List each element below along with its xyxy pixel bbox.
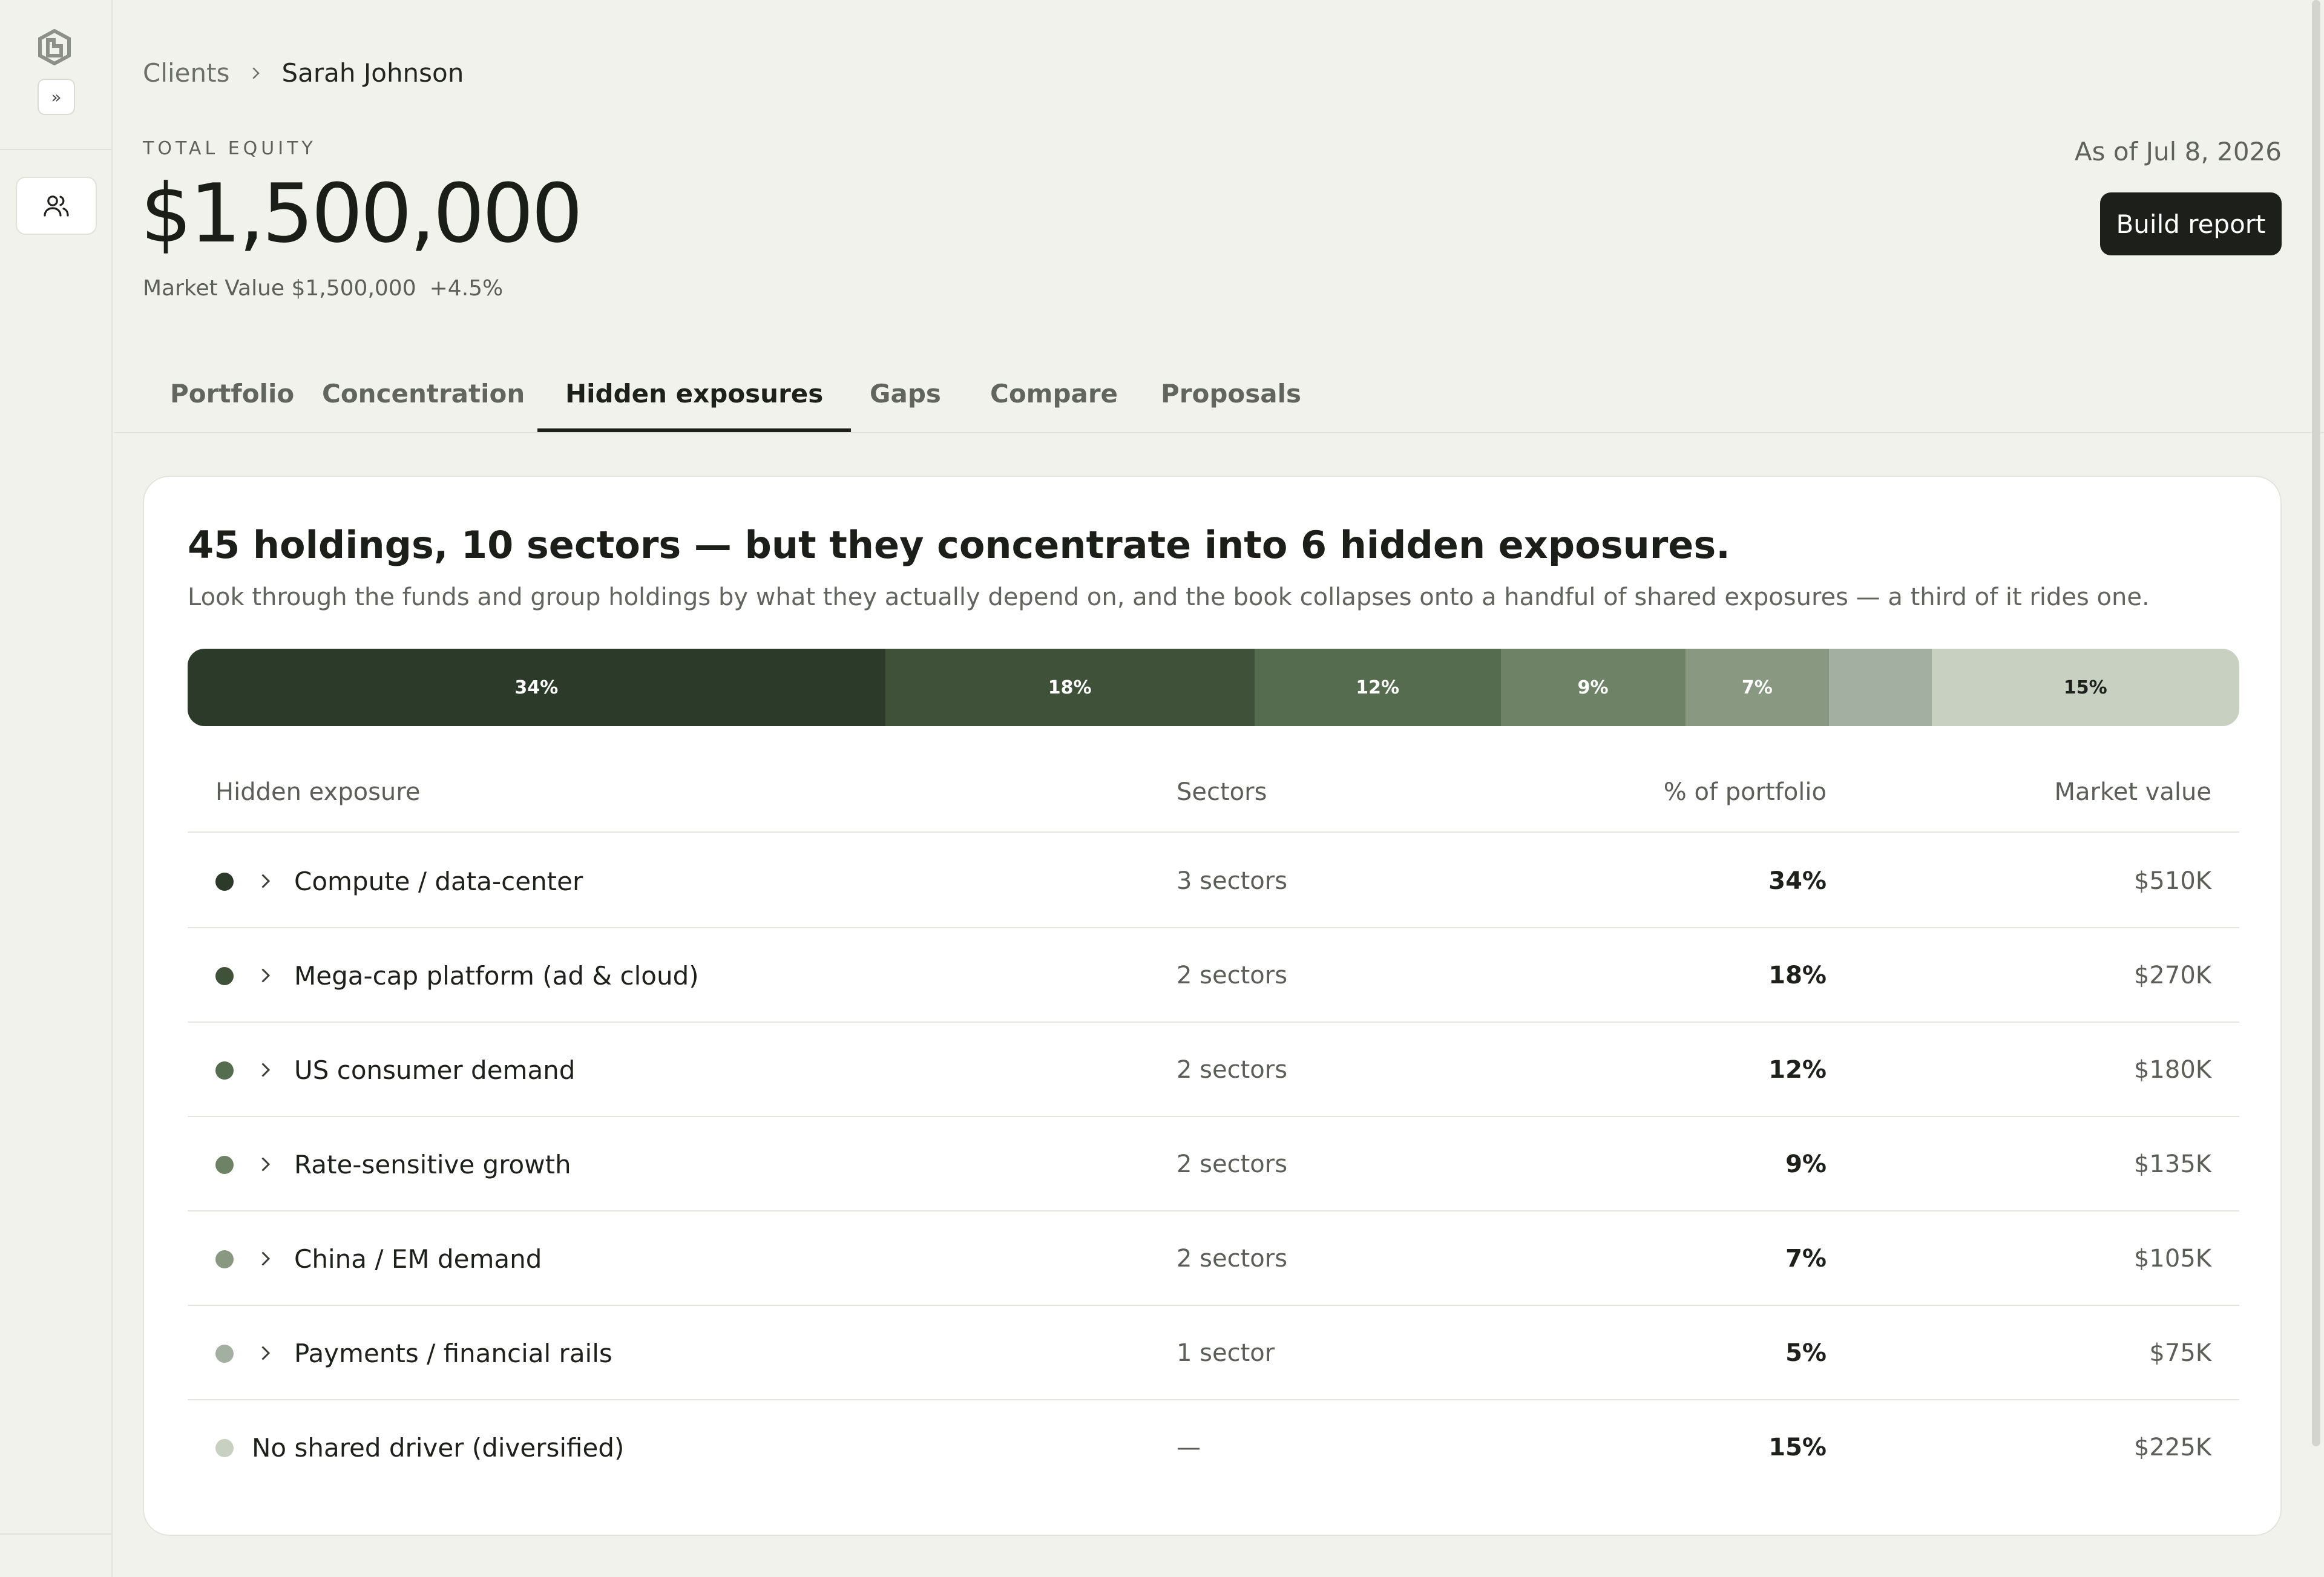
exposure-bar-segment[interactable]: 12% (1254, 649, 1501, 726)
chevron-right-icon[interactable] (254, 1059, 276, 1081)
table-row[interactable]: US consumer demand 2 sectors 12% $180K (188, 1023, 2239, 1117)
exposure-stacked-bar: 34% 18% 12% 9% 7% 15% (188, 649, 2239, 726)
table-row[interactable]: Mega-cap platform (ad & cloud) 2 sectors 1… (188, 928, 2239, 1023)
exposure-color-dot (215, 1061, 234, 1080)
exposure-color-dot (215, 967, 234, 985)
header-market-value: Market value (2054, 778, 2211, 806)
exposure-market-value: $225K (2133, 1434, 2211, 1461)
exposure-sectors: 1 sector (1177, 1339, 1275, 1367)
exposure-bar-segment-label: 12% (1356, 677, 1400, 698)
tab-concentration[interactable]: Concentration (294, 379, 553, 432)
exposure-market-value: $510K (2133, 867, 2211, 895)
build-report-button[interactable]: Build report (2100, 192, 2282, 255)
exposure-bar-segment-label: 34% (514, 677, 559, 698)
sidebar: » (0, 0, 113, 1577)
exposure-market-value: $105K (2133, 1245, 2211, 1273)
exposure-pct: 7% (1785, 1245, 1827, 1273)
market-value-summary: Market Value $1,500,000 +4.5% (143, 276, 503, 301)
app-logo-icon[interactable] (38, 28, 71, 66)
exposure-color-dot (215, 1439, 234, 1457)
header-hidden-exposure: Hidden exposure (215, 778, 421, 806)
exposure-name: Compute / data-center (294, 866, 583, 896)
chevron-right-icon[interactable] (254, 870, 276, 892)
chevron-right-icon[interactable] (254, 965, 276, 986)
breadcrumb-current: Sarah Johnson (281, 58, 464, 88)
chevron-right-icon[interactable] (254, 1342, 276, 1364)
exposure-bar-segment-label: 18% (1048, 677, 1092, 698)
tab-hidden-exposures[interactable]: Hidden exposures (537, 379, 852, 432)
exposure-color-dot (215, 1156, 234, 1174)
exposure-market-value: $180K (2133, 1056, 2211, 1084)
hidden-exposures-card: 45 holdings, 10 sectors — but they conce… (143, 476, 2282, 1536)
exposure-name: US consumer demand (294, 1055, 576, 1085)
total-equity-value: $1,500,000 (140, 166, 583, 261)
exposure-pct: 18% (1768, 962, 1827, 989)
scrollbar[interactable] (2312, 0, 2320, 1446)
exposure-pct: 12% (1768, 1056, 1827, 1084)
expand-sidebar-button[interactable]: » (38, 79, 75, 115)
exposure-sectors: 2 sectors (1177, 1056, 1288, 1084)
exposure-color-dot (215, 873, 234, 891)
exposure-bar-segment-label: 7% (1741, 677, 1773, 698)
breadcrumb: Clients Sarah Johnson (143, 58, 464, 88)
market-value-change: +4.5% (429, 276, 504, 301)
exposure-sectors: 3 sectors (1177, 867, 1288, 895)
exposure-bar-segment-label: 9% (1577, 677, 1609, 698)
chevron-right-icon[interactable] (254, 1153, 276, 1175)
exposure-market-value: $135K (2133, 1150, 2211, 1178)
sidebar-divider (0, 149, 113, 150)
exposure-name: Mega-cap platform (ad & cloud) (294, 960, 699, 991)
exposure-pct: 9% (1785, 1150, 1827, 1178)
exposure-bar-segment[interactable]: 34% (188, 649, 885, 726)
card-headline: 45 holdings, 10 sectors — but they conce… (188, 523, 1730, 567)
header-sectors: Sectors (1177, 778, 1267, 806)
exposure-sectors: 2 sectors (1177, 962, 1288, 989)
chevron-right-icon (252, 67, 260, 79)
exposure-sectors: — (1177, 1434, 1201, 1461)
exposure-bar-segment-label: 15% (2063, 677, 2107, 698)
as-of-date: As of Jul 8, 2026 (2074, 137, 2282, 166)
table-row[interactable]: China / EM demand 2 sectors 7% $105K (188, 1211, 2239, 1306)
exposure-color-dot (215, 1345, 234, 1363)
exposure-bar-segment[interactable]: 18% (885, 649, 1255, 726)
exposure-color-dot (215, 1250, 234, 1268)
table-row: No shared driver (diversified) — 15% $225K (188, 1400, 2239, 1495)
exposure-bar-segment[interactable]: 7% (1685, 649, 1829, 726)
exposure-pct: 34% (1768, 867, 1827, 895)
exposure-sectors: 2 sectors (1177, 1150, 1288, 1178)
exposure-bar-segment[interactable] (1829, 649, 1932, 726)
table-row[interactable]: Rate-sensitive growth 2 sectors 9% $135K (188, 1117, 2239, 1211)
exposure-sectors: 2 sectors (1177, 1245, 1288, 1273)
exposure-name: No shared driver (diversified) (252, 1432, 625, 1463)
tab-bar: Portfolio Concentration Hidden exposures… (114, 369, 2324, 433)
exposure-name: Rate-sensitive growth (294, 1149, 571, 1179)
exposure-pct: 5% (1785, 1339, 1827, 1367)
exposure-name: China / EM demand (294, 1244, 542, 1274)
card-subline: Look through the funds and group holding… (188, 583, 2150, 611)
table-row[interactable]: Compute / data-center 3 sectors 34% $510K (188, 834, 2239, 928)
double-chevron-right-icon: » (51, 87, 62, 107)
header-pct-portfolio: % of portfolio (1663, 778, 1827, 806)
exposure-bar-segment[interactable]: 15% (1931, 649, 2239, 726)
exposure-market-value: $75K (2149, 1339, 2211, 1367)
total-equity-label: TOTAL EQUITY (143, 138, 317, 159)
exposure-market-value: $270K (2133, 962, 2211, 989)
exposure-name: Payments / financial rails (294, 1338, 612, 1368)
table-row[interactable]: Payments / financial rails 1 sector 5% $75K (188, 1306, 2239, 1400)
main-content: Clients Sarah Johnson TOTAL EQUITY $1,50… (114, 0, 2324, 1577)
sidebar-item-clients[interactable] (16, 177, 97, 235)
tab-gaps[interactable]: Gaps (842, 379, 969, 432)
breadcrumb-clients-link[interactable]: Clients (143, 58, 229, 88)
chevron-right-icon[interactable] (254, 1248, 276, 1270)
sidebar-divider-bottom (0, 1533, 113, 1535)
exposure-pct: 15% (1768, 1434, 1827, 1461)
table-header: Hidden exposure Sectors % of portfolio M… (188, 752, 2239, 833)
market-value-text: Market Value $1,500,000 (143, 276, 416, 301)
exposure-bar-segment[interactable]: 9% (1500, 649, 1686, 726)
tab-compare[interactable]: Compare (962, 379, 1146, 432)
users-icon (44, 195, 69, 217)
tab-proposals[interactable]: Proposals (1133, 379, 1329, 432)
